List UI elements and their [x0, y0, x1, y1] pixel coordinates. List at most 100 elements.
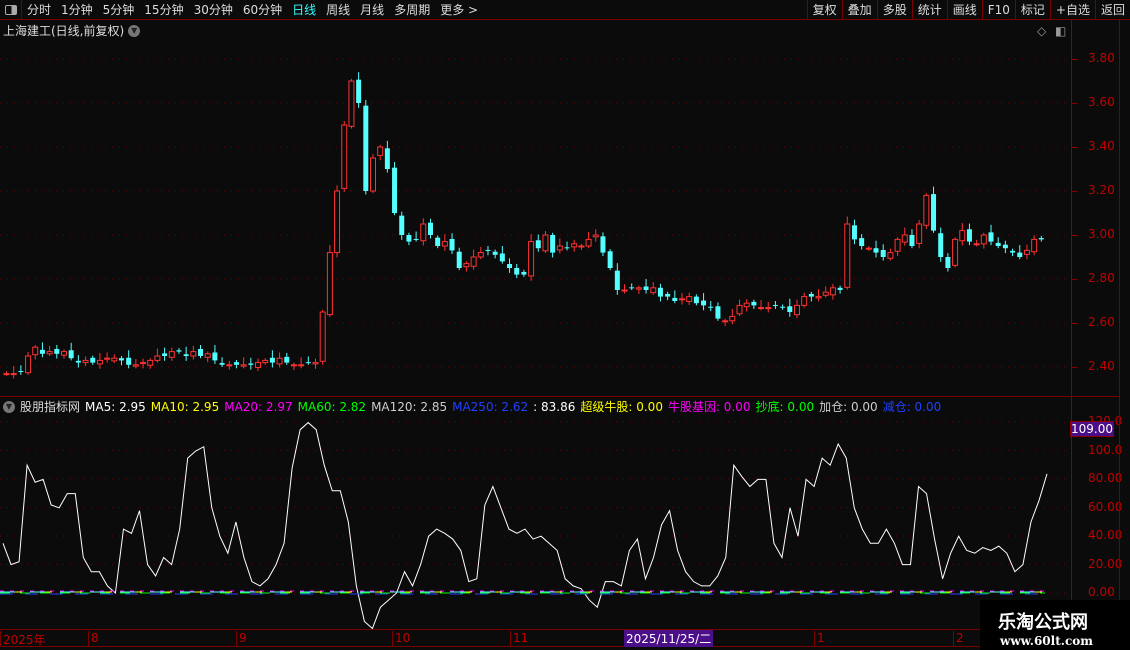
time-label: 1 — [814, 631, 825, 647]
candle-up — [801, 296, 808, 306]
candle-up — [140, 362, 147, 365]
candle-down — [808, 293, 814, 297]
candle-down — [751, 301, 757, 306]
candle-down — [693, 296, 699, 304]
candle-up — [621, 289, 628, 292]
candle-up — [758, 307, 765, 310]
candle-down — [909, 235, 915, 246]
candle-up — [765, 307, 772, 310]
candle-down — [643, 286, 649, 290]
candle-down — [772, 304, 778, 306]
candle-down — [873, 248, 879, 253]
candle-up — [1031, 238, 1038, 253]
tick — [1071, 279, 1077, 280]
candle-down — [499, 253, 505, 262]
candle-down — [75, 360, 81, 363]
candle-up — [585, 238, 592, 247]
candle-down — [176, 350, 182, 352]
legend-item: 抄底: 0.00 — [755, 400, 815, 414]
indicator-tick-label: 80.00 — [1088, 471, 1123, 485]
candle-down — [715, 306, 721, 319]
candle-down — [564, 247, 570, 249]
candle-down — [966, 229, 972, 242]
candle-up — [60, 351, 67, 356]
price-tick-label: 2.60 — [1088, 315, 1115, 329]
candle-up — [477, 252, 484, 258]
candle-down — [837, 287, 843, 290]
candle-down — [550, 235, 556, 253]
candle-up — [743, 302, 750, 308]
candle-down — [18, 370, 24, 372]
candle-up — [463, 263, 470, 268]
tick — [1071, 147, 1077, 148]
candle-down — [126, 357, 132, 365]
candle-up — [973, 243, 980, 246]
candle-down — [614, 270, 620, 290]
candle-down — [945, 257, 951, 268]
candle-up — [578, 245, 585, 248]
candle-down — [219, 363, 225, 365]
tick — [1071, 367, 1077, 368]
candle-down — [492, 251, 498, 255]
candle-up — [104, 357, 111, 360]
candle-down — [657, 287, 663, 297]
candle-down — [54, 348, 60, 354]
candle-down — [787, 306, 793, 312]
candle-down — [701, 300, 707, 306]
candle-down — [212, 352, 218, 361]
indicator-name[interactable]: 股朋指标网 — [20, 398, 80, 415]
candle-up — [319, 311, 326, 362]
watermark-title: 乐淘公式网 — [998, 612, 1088, 633]
watermark: 乐淘公式网 www.60lt.com — [980, 600, 1130, 650]
candle-down — [356, 79, 362, 103]
candle-down — [1038, 238, 1044, 240]
candle-up — [815, 296, 822, 299]
indicator-tick-label: 0.00 — [1088, 585, 1115, 599]
candle-up — [722, 320, 729, 323]
candle-up — [571, 243, 578, 248]
indicator-tick-label: 20.00 — [1088, 556, 1123, 571]
price-tick-label: 3.20 — [1088, 183, 1115, 197]
candle-up — [276, 357, 283, 365]
candle-up — [111, 357, 118, 362]
candle-down — [233, 362, 239, 365]
candle-down — [183, 354, 189, 356]
legend-item: 超级牛股: 0.00 — [580, 400, 663, 414]
indicator-line — [2, 421, 1048, 630]
legend-item: MA120: 2.85 — [371, 399, 448, 414]
toolbar-button[interactable]: 返回 — [1094, 0, 1130, 20]
chevron-down-icon[interactable]: ▼ — [3, 400, 15, 413]
candle-up — [132, 364, 139, 367]
candle-up — [240, 364, 247, 367]
candle-up — [952, 238, 959, 266]
candle-down — [607, 251, 613, 268]
candle-down — [851, 225, 857, 240]
price-tick-label: 2.80 — [1088, 271, 1115, 285]
time-label: 2025年 — [0, 631, 46, 647]
price-axis — [1071, 20, 1072, 629]
candle-down — [392, 167, 398, 213]
candle-up — [147, 359, 154, 366]
indicator-tick-label: 60.00 — [1088, 499, 1123, 514]
legend-item: MA250: 2.62 — [452, 399, 529, 414]
candle-up — [894, 238, 901, 252]
candle-up — [556, 245, 563, 251]
candle-down — [1002, 244, 1008, 249]
candle-up — [865, 247, 872, 250]
price-tick-label: 3.60 — [1088, 95, 1115, 109]
candle-down — [427, 222, 433, 235]
candle-up — [441, 241, 448, 247]
candle-up — [25, 355, 32, 374]
candle-down — [248, 363, 254, 365]
candle-down — [931, 194, 937, 231]
candle-down — [665, 293, 671, 297]
candle-up — [96, 359, 103, 365]
candle-up — [980, 234, 987, 245]
candle-up — [923, 194, 930, 226]
candle-up — [168, 351, 175, 358]
time-label: 8 — [88, 631, 99, 647]
time-axis: 2025/11/25/二 2025年 8 9 10 11 1 2 — [0, 629, 1071, 647]
side-panel-tabs[interactable] — [1119, 20, 1130, 630]
candle-down — [435, 237, 441, 246]
legend-item: MA20: 2.97 — [224, 399, 293, 414]
